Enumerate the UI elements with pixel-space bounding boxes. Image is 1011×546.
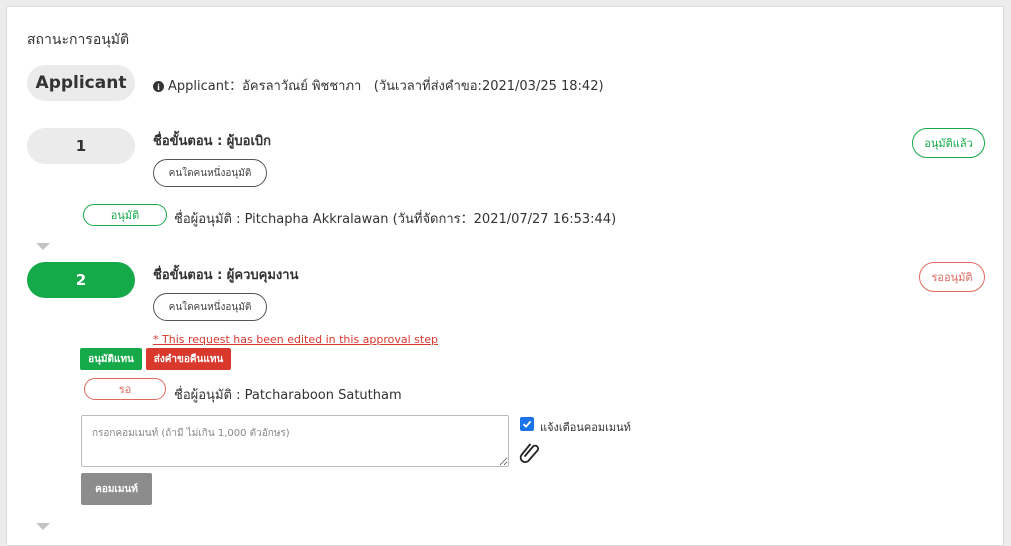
step-2-approver-text: ชื่อผู้อนุมัติ : Patcharaboon Satutham xyxy=(174,388,402,403)
section-title: สถานะการอนุมัติ xyxy=(27,32,130,48)
checkmark-icon xyxy=(522,420,532,428)
applicant-info-label: Applicant xyxy=(168,79,230,94)
step-2-number: 2 xyxy=(27,262,135,298)
step-2-approval-rule[interactable]: คนใดคนหนึ่งอนุมัติ xyxy=(153,293,267,321)
applicant-badge: Applicant xyxy=(27,65,135,101)
step-2-status-badge: รออนุมัติ xyxy=(919,262,985,292)
step-1-number: 1 xyxy=(27,128,135,164)
approve-on-behalf-button[interactable]: อนุมัติแทน xyxy=(80,348,142,370)
step-2-name: ชื่อขั้นตอน : ผู้ควบคุมงาน xyxy=(153,268,299,283)
step-1-status-badge: อนุมัติแล้ว xyxy=(912,128,985,158)
step-arrow-icon xyxy=(36,523,50,530)
step-1-approval-rule[interactable]: คนใดคนหนึ่งอนุมัติ xyxy=(153,159,267,187)
notify-comment-label: แจ้งเตือนคอมเมนท์ xyxy=(540,421,631,434)
step-1-name: ชื่อขั้นตอน : ผู้บอเบิก xyxy=(153,134,272,149)
step-1-approver-status: อนุมัติ xyxy=(83,204,167,226)
approval-status-card: สถานะการอนุมัติ Applicant i Applicant：อัค… xyxy=(6,6,1004,546)
return-on-behalf-button[interactable]: ส่งคำขอคืนแทน xyxy=(146,348,231,370)
edited-note: * This request has been edited in this a… xyxy=(153,333,438,346)
step-1-approver-text: ชื่อผู้อนุมัติ : Pitchapha Akkralawan (ว… xyxy=(174,212,617,227)
paperclip-icon[interactable] xyxy=(517,439,543,465)
step-arrow-icon xyxy=(36,243,50,250)
info-icon: i xyxy=(153,81,164,92)
applicant-info: i Applicant：อัครลาวัณย์ พิชชาภา (วันเวลาท… xyxy=(153,75,604,96)
applicant-info-separator: ： xyxy=(229,79,243,94)
step-2-approver-status: รอ xyxy=(84,378,166,400)
comment-button[interactable]: คอมเมนท์ xyxy=(81,473,152,505)
notify-comment-checkbox[interactable] xyxy=(520,417,534,431)
applicant-name: อัครลาวัณย์ พิชชาภา xyxy=(242,79,362,94)
applicant-submit-date: (วันเวลาที่ส่งคำขอ:2021/03/25 18:42) xyxy=(373,79,604,94)
comment-input[interactable] xyxy=(81,415,509,467)
